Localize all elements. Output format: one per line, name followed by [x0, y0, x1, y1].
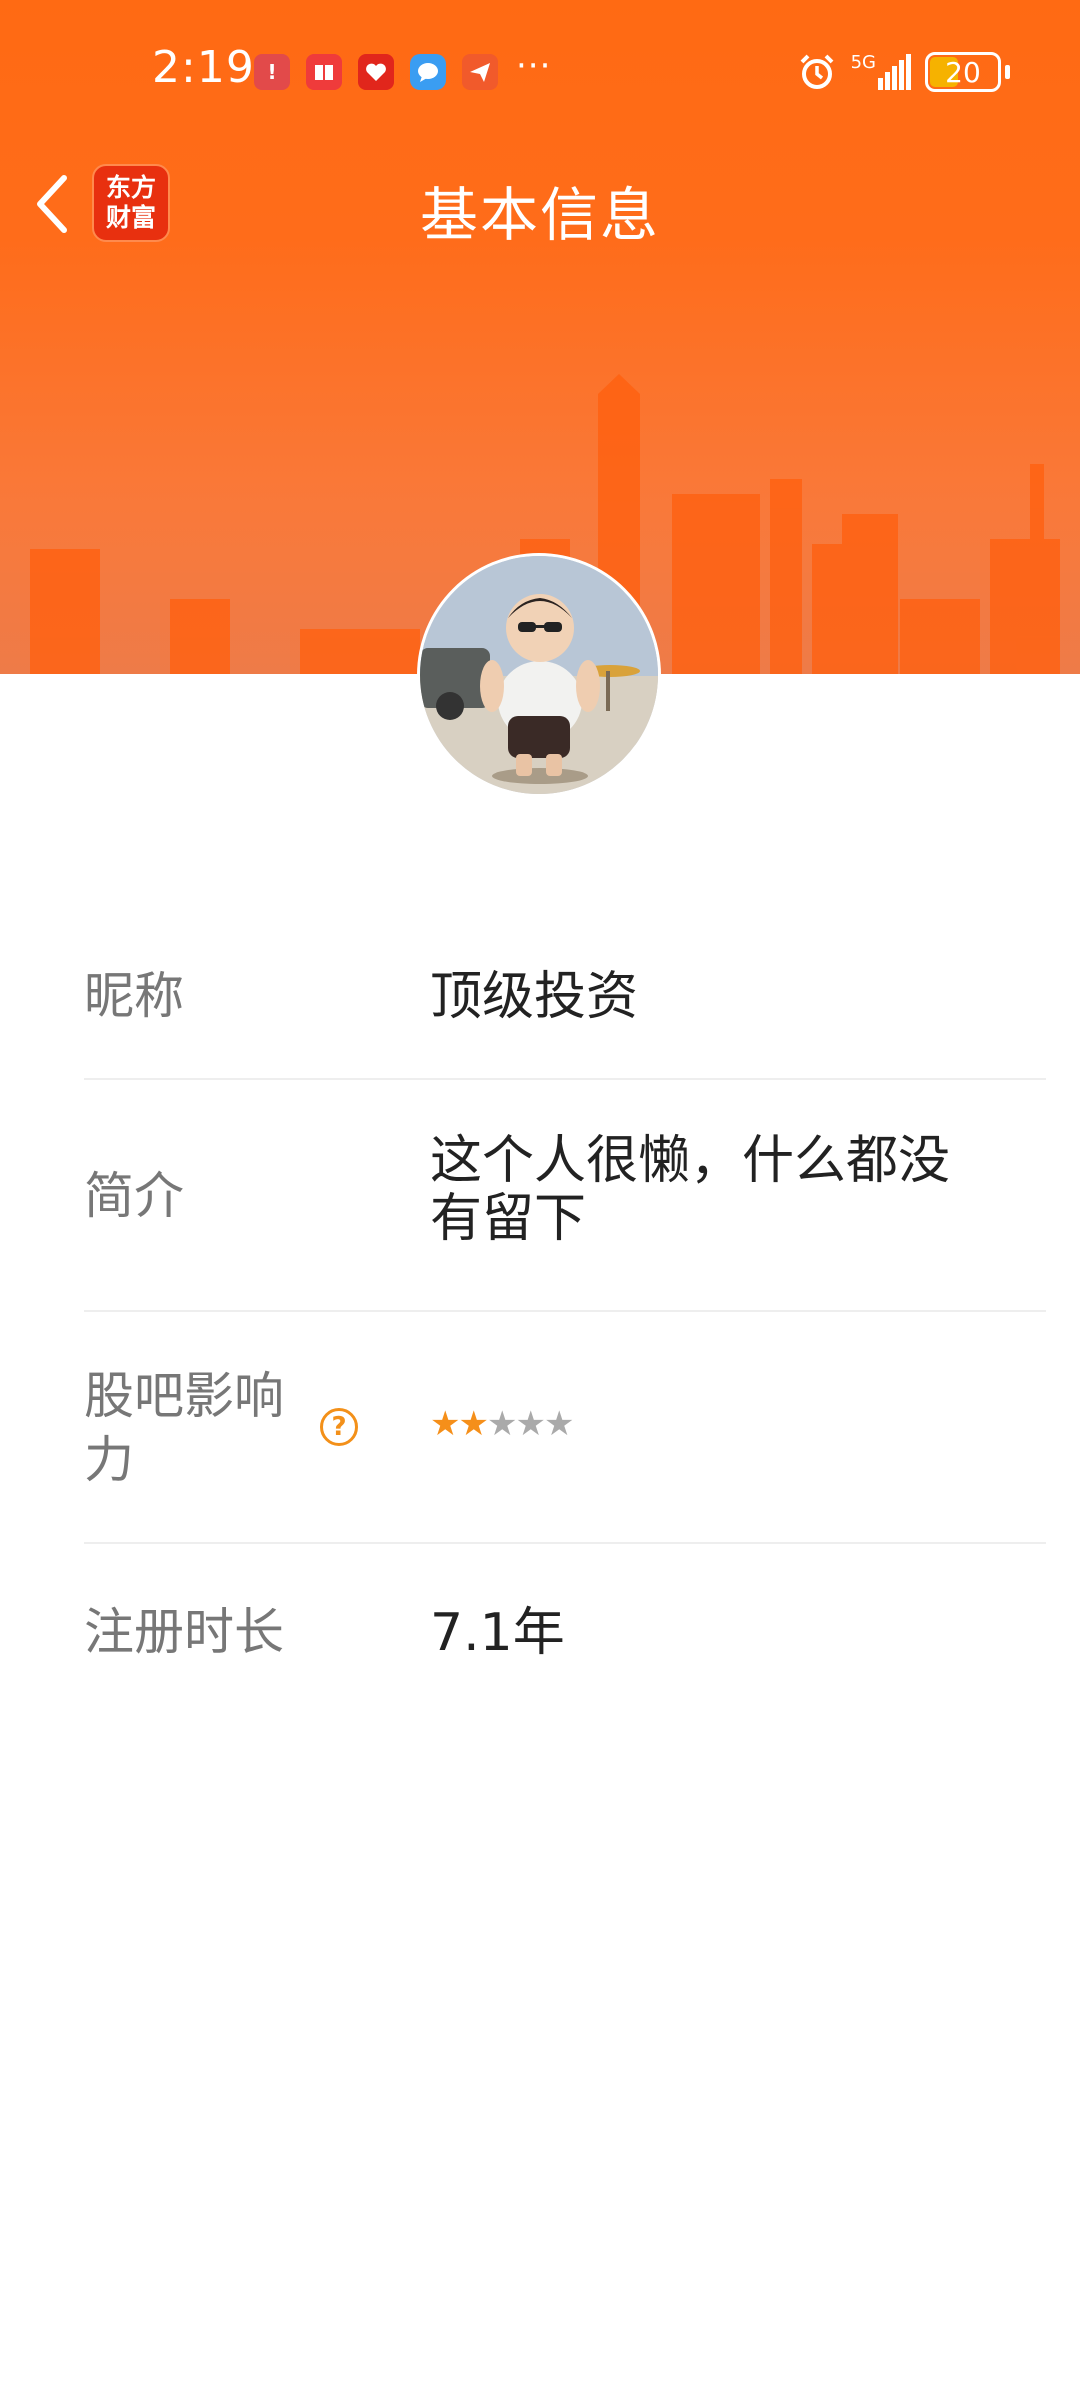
status-bar: 2:19 ! ··· 5G 20 [0, 0, 1080, 150]
influence-rating: ★★★★★ [430, 1404, 575, 1444]
star-filled-icon: ★ [458, 1404, 489, 1444]
battery-level: 20 [945, 55, 981, 89]
registration-value: 7.1年 [430, 1603, 565, 1663]
send-icon [462, 54, 498, 90]
user-avatar[interactable] [420, 556, 658, 794]
alarm-icon [800, 54, 834, 89]
network-type: 5G [850, 52, 876, 73]
page-title: 基本信息 [419, 181, 660, 249]
heart-icon [358, 54, 394, 90]
status-time: 2:19 [152, 42, 255, 93]
help-icon[interactable]: ? [320, 1408, 358, 1446]
star-empty-icon: ★ [515, 1404, 546, 1444]
info-row-influence: 股吧影响力 ? ★★★★★ [84, 1312, 1046, 1544]
signal-icon: 5G [851, 54, 911, 90]
more-notifications-indicator: ··· [516, 46, 552, 86]
battery-tip [1005, 65, 1010, 79]
nickname-value: 顶级投资 [430, 967, 639, 1027]
info-row-bio: 简介 这个人很懒，什么都没有留下 [84, 1080, 1046, 1312]
navigation-bar: 东方 财富 基本信息 [0, 150, 1080, 260]
battery-icon: 20 [925, 52, 1001, 92]
profile-info-list: 昵称 顶级投资 简介 这个人很懒，什么都没有留下 股吧影响力 ? ★★★★★ 注… [84, 900, 1046, 1724]
bio-value: 这个人很懒，什么都没有留下 [430, 1131, 951, 1249]
message-icon [410, 54, 446, 90]
influence-label: 股吧影响力 [84, 1367, 284, 1489]
nickname-label: 昵称 [84, 967, 184, 1025]
bio-label: 简介 [84, 1167, 184, 1225]
status-right-group: 5G 20 [797, 48, 1010, 96]
book-icon [306, 54, 342, 90]
star-empty-icon: ★ [543, 1404, 575, 1444]
avatar-image [420, 556, 658, 794]
star-empty-icon: ★ [486, 1404, 518, 1444]
registration-label: 注册时长 [84, 1603, 284, 1661]
info-row-nickname: 昵称 顶级投资 [84, 900, 1046, 1080]
star-filled-icon: ★ [430, 1404, 461, 1444]
info-row-registration: 注册时长 7.1年 [84, 1544, 1046, 1724]
app-notification-icon: ! [254, 54, 290, 90]
